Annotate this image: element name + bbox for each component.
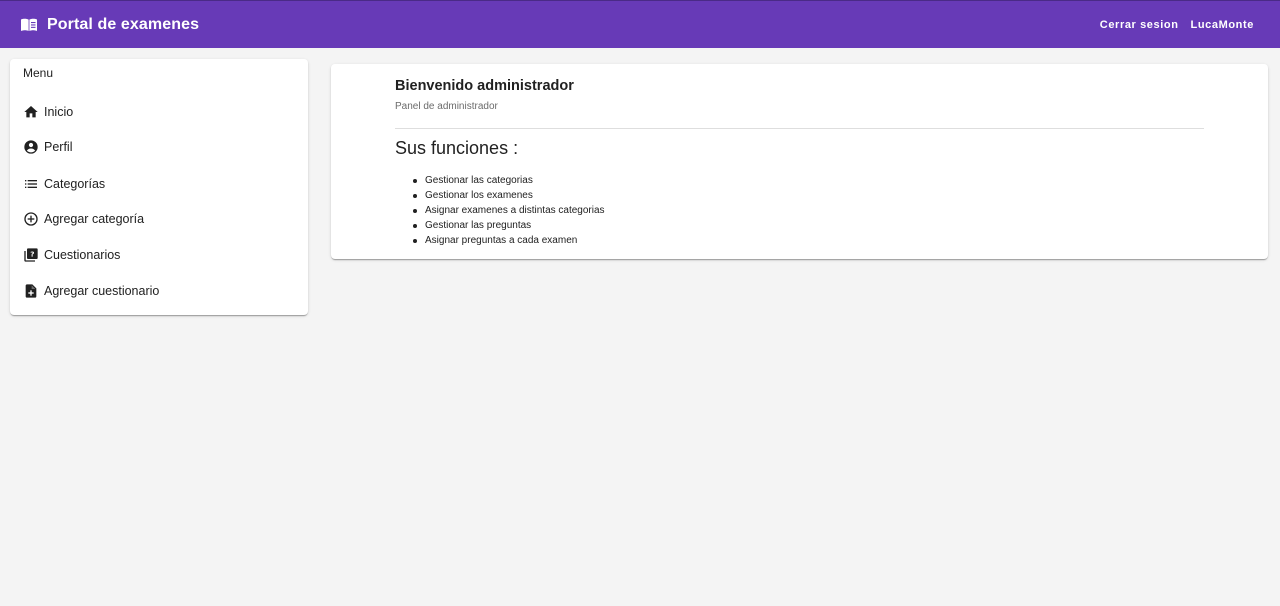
sidebar-item-categorias[interactable]: Categorías [23, 174, 105, 194]
sidebar-item-label: Perfil [44, 140, 73, 154]
sidebar-item-agregar-categoria[interactable]: Agregar categoría [23, 209, 144, 229]
brand[interactable]: Portal de examenes [20, 16, 199, 34]
divider [395, 128, 1204, 129]
list-icon [23, 176, 39, 192]
home-icon [23, 104, 39, 120]
logout-button[interactable]: Cerrar sesion [1100, 19, 1179, 31]
sidebar-item-perfil[interactable]: Perfil [23, 137, 72, 157]
menu-book-icon [20, 18, 38, 32]
menu-header: Menu [23, 66, 54, 80]
list-item: Gestionar las preguntas [413, 218, 605, 233]
sidebar-item-agregar-cuestionario[interactable]: Agregar cuestionario [23, 281, 159, 301]
toolbar-actions: Cerrar sesion LucaMonte [1088, 19, 1254, 31]
sidebar-item-inicio[interactable]: Inicio [23, 102, 73, 122]
sidebar-item-label: Agregar cuestionario [44, 284, 160, 298]
section-title: Sus funciones : [395, 138, 519, 158]
sidebar: Menu Inicio Perfil Categorías Agregar ca… [10, 59, 308, 315]
list-item: Asignar examenes a distintas categorias [413, 205, 605, 216]
add-circle-outline-icon [23, 211, 39, 227]
page-title: Bienvenido administrador [395, 78, 574, 94]
sidebar-item-label: Agregar categoría [44, 212, 145, 226]
top-toolbar: Portal de examenes Cerrar sesion LucaMon… [0, 0, 1280, 48]
sidebar-item-cuestionarios[interactable]: ? Cuestionarios [23, 245, 120, 265]
app-title: Portal de examenes [47, 15, 200, 33]
welcome-card: Bienvenido administrador Panel de admini… [331, 64, 1268, 259]
list-item: Gestionar las categorias [413, 173, 605, 188]
sidebar-item-label: Categorías [44, 177, 106, 191]
list-item: Asignar preguntas a cada examen [413, 233, 605, 248]
svg-text:?: ? [30, 250, 34, 259]
functions-list: Gestionar las categorias Gestionar los e… [413, 173, 605, 248]
quiz-icon: ? [23, 247, 39, 263]
sidebar-item-label: Inicio [44, 105, 74, 119]
list-item: Gestionar los examenes [413, 188, 605, 203]
username-button[interactable]: LucaMonte [1191, 19, 1254, 31]
note-add-icon [23, 283, 39, 299]
account-circle-icon [23, 139, 39, 155]
page-subtitle: Panel de administrador [395, 101, 498, 112]
sidebar-item-label: Cuestionarios [44, 248, 121, 262]
